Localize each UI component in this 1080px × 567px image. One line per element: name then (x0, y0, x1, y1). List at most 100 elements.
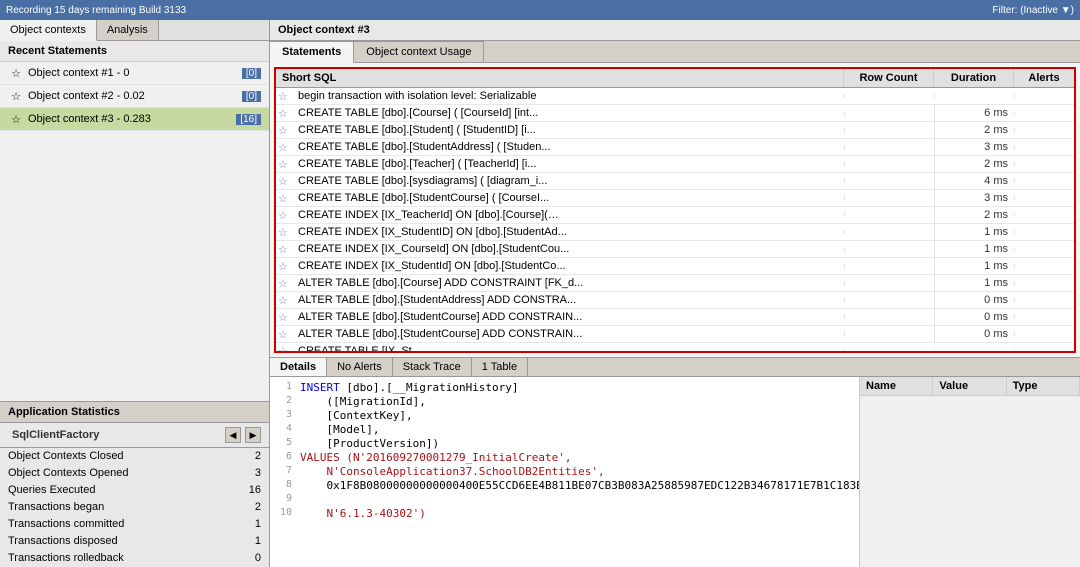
stmt-duration: 0 ms (934, 309, 1014, 325)
stmt-row[interactable]: ☆CREATE TABLE [dbo].[StudentCourse] ( [C… (276, 190, 1074, 207)
tab-object-context-usage[interactable]: Object context Usage (354, 41, 484, 62)
context-badge-1: [0] (242, 68, 261, 79)
stmt-sql-text: CREATE INDEX [IX_StudentId] ON [dbo].[St… (296, 258, 844, 274)
recent-statements-header: Recent Statements (0, 41, 269, 62)
stmt-sql-text: CREATE TABLE [dbo].[StudentAddress] ( [S… (296, 139, 844, 155)
app-stats-header: Application Statistics (0, 402, 269, 423)
stmt-star-icon: ☆ (278, 107, 294, 120)
stmt-rowcount (844, 196, 934, 200)
stmt-sql-text: ALTER TABLE [dbo].[StudentCourse] ADD CO… (296, 326, 844, 342)
context-item-3[interactable]: ☆ Object context #3 - 0.283 [16] (0, 108, 269, 131)
stmt-row[interactable]: ☆ALTER TABLE [dbo].[Course] ADD CONSTRAI… (276, 275, 1074, 292)
line-number: 1 (274, 381, 292, 395)
stmt-rowcount (844, 179, 934, 183)
stmt-star-icon: ☆ (278, 311, 294, 324)
stats-nav-next[interactable]: ▶ (245, 427, 261, 443)
col-rowcount-header: Row Count (844, 69, 934, 87)
stmt-sql-text: ALTER TABLE [dbo].[Course] ADD CONSTRAIN… (296, 275, 844, 291)
stmt-rowcount (844, 247, 934, 251)
stmt-row[interactable]: ☆ALTER TABLE [dbo].[StudentAddress] ADD … (276, 292, 1074, 309)
context-icon-3: ☆ (8, 111, 24, 127)
context-item-2[interactable]: ☆ Object context #2 - 0.02 [0] (0, 85, 269, 108)
line-number: 10 (274, 507, 292, 521)
stat-row-0: Object Contexts Closed 2 (0, 448, 269, 465)
stmt-sql-text: CREATE TABLE [IX_St... (296, 343, 844, 351)
stmt-row[interactable]: ☆CREATE INDEX [IX_StudentID] ON [dbo].[S… (276, 224, 1074, 241)
stats-section-label: SqlClientFactory (4, 426, 107, 444)
stmt-sql-text: CREATE TABLE [dbo].[StudentCourse] ( [Co… (296, 190, 844, 206)
stmt-row[interactable]: ☆CREATE TABLE [IX_St... (276, 343, 1074, 351)
params-col-value: Value (933, 377, 1006, 395)
stmt-alerts (1014, 349, 1074, 351)
code-text: [Model], (300, 423, 379, 437)
stmt-sql-text: begin transaction with isolation level: … (296, 88, 844, 104)
right-panel-title: Object context #3 (270, 20, 1080, 41)
line-number: 2 (274, 395, 292, 409)
stat-row-5: Transactions disposed 1 (0, 533, 269, 550)
stmt-alerts (1014, 94, 1074, 98)
stmt-row[interactable]: ☆CREATE TABLE [dbo].[Course] ( [CourseId… (276, 105, 1074, 122)
context-name-2: Object context #2 - 0.02 (28, 90, 238, 102)
stmt-star-icon: ☆ (278, 243, 294, 256)
stmt-star-icon: ☆ (278, 345, 294, 352)
stmt-row[interactable]: ☆CREATE TABLE [dbo].[StudentAddress] ( [… (276, 139, 1074, 156)
statements-section: Short SQL Row Count Duration Alerts ☆beg… (274, 67, 1076, 353)
stmt-alerts (1014, 145, 1074, 149)
stmt-duration: 1 ms (934, 258, 1014, 274)
stmt-duration: 1 ms (934, 224, 1014, 240)
stmt-duration: 2 ms (934, 122, 1014, 138)
stmt-star-icon: ☆ (278, 90, 294, 103)
stmt-alerts (1014, 315, 1074, 319)
stat-label-0: Object Contexts Closed (8, 450, 124, 462)
detail-tab-1-table[interactable]: 1 Table (472, 358, 528, 376)
stat-label-3: Transactions began (8, 501, 104, 513)
stmt-sql-text: CREATE TABLE [dbo].[Teacher] ( [TeacherI… (296, 156, 844, 172)
stmt-star-icon: ☆ (278, 277, 294, 290)
code-text: 0x1F8B08000000000000400E55CCD6EE4B811BE0… (300, 479, 860, 493)
code-line: 9 (274, 493, 855, 507)
stmt-alerts (1014, 111, 1074, 115)
stmt-row[interactable]: ☆CREATE INDEX [IX_CourseId] ON [dbo].[St… (276, 241, 1074, 258)
context-name-3: Object context #3 - 0.283 (28, 113, 232, 125)
stmt-alerts (1014, 281, 1074, 285)
params-col-type: Type (1007, 377, 1080, 395)
stmt-rowcount (844, 213, 934, 217)
stmt-row[interactable]: ☆CREATE TABLE [dbo].[sysdiagrams] ( [dia… (276, 173, 1074, 190)
stmt-row[interactable]: ☆CREATE TABLE [dbo].[Student] ( [Student… (276, 122, 1074, 139)
stat-value-6: 0 (255, 552, 261, 564)
params-header: Name Value Type (860, 377, 1080, 396)
stmt-duration: 1 ms (934, 241, 1014, 257)
detail-tab-stack-trace[interactable]: Stack Trace (393, 358, 472, 376)
stmt-row[interactable]: ☆CREATE INDEX [IX_StudentId] ON [dbo].[S… (276, 258, 1074, 275)
stmt-row[interactable]: ☆ALTER TABLE [dbo].[StudentCourse] ADD C… (276, 309, 1074, 326)
stmt-row[interactable]: ☆ALTER TABLE [dbo].[StudentCourse] ADD C… (276, 326, 1074, 343)
code-line: 8 0x1F8B08000000000000400E55CCD6EE4B811B… (274, 479, 855, 493)
stats-nav-prev[interactable]: ◀ (225, 427, 241, 443)
stat-row-1: Object Contexts Opened 3 (0, 465, 269, 482)
context-badge-2: [0] (242, 91, 261, 102)
context-item-1[interactable]: ☆ Object context #1 - 0 [0] (0, 62, 269, 85)
code-text: ([MigrationId], (300, 395, 426, 409)
stat-row-2: Queries Executed 16 (0, 482, 269, 499)
stmt-alerts (1014, 332, 1074, 336)
code-text: [ProductVersion]) (300, 437, 439, 451)
statements-body: ☆begin transaction with isolation level:… (276, 88, 1074, 351)
stmt-duration: 3 ms (934, 139, 1014, 155)
detail-tab-details[interactable]: Details (270, 358, 327, 376)
stmt-row[interactable]: ☆CREATE TABLE [dbo].[Teacher] ( [Teacher… (276, 156, 1074, 173)
stmt-alerts (1014, 247, 1074, 251)
stmt-rowcount (844, 128, 934, 132)
detail-tab-no-alerts[interactable]: No Alerts (327, 358, 393, 376)
code-line: 7 N'ConsoleApplication37.SchoolDB2Entiti… (274, 465, 855, 479)
code-line: 6VALUES (N'201609270001279_InitialCreate… (274, 451, 855, 465)
stmt-row[interactable]: ☆begin transaction with isolation level:… (276, 88, 1074, 105)
tab-object-contexts[interactable]: Object contexts (0, 20, 97, 41)
detail-section: Details No Alerts Stack Trace 1 Table 1I… (270, 357, 1080, 567)
stmt-row[interactable]: ☆CREATE INDEX [IX_TeacherId] ON [dbo].[C… (276, 207, 1074, 224)
tab-analysis[interactable]: Analysis (97, 20, 159, 40)
stmt-alerts (1014, 128, 1074, 132)
line-number: 5 (274, 437, 292, 451)
tab-statements[interactable]: Statements (270, 41, 354, 63)
detail-tabs: Details No Alerts Stack Trace 1 Table (270, 358, 1080, 377)
stat-row-4: Transactions committed 1 (0, 516, 269, 533)
